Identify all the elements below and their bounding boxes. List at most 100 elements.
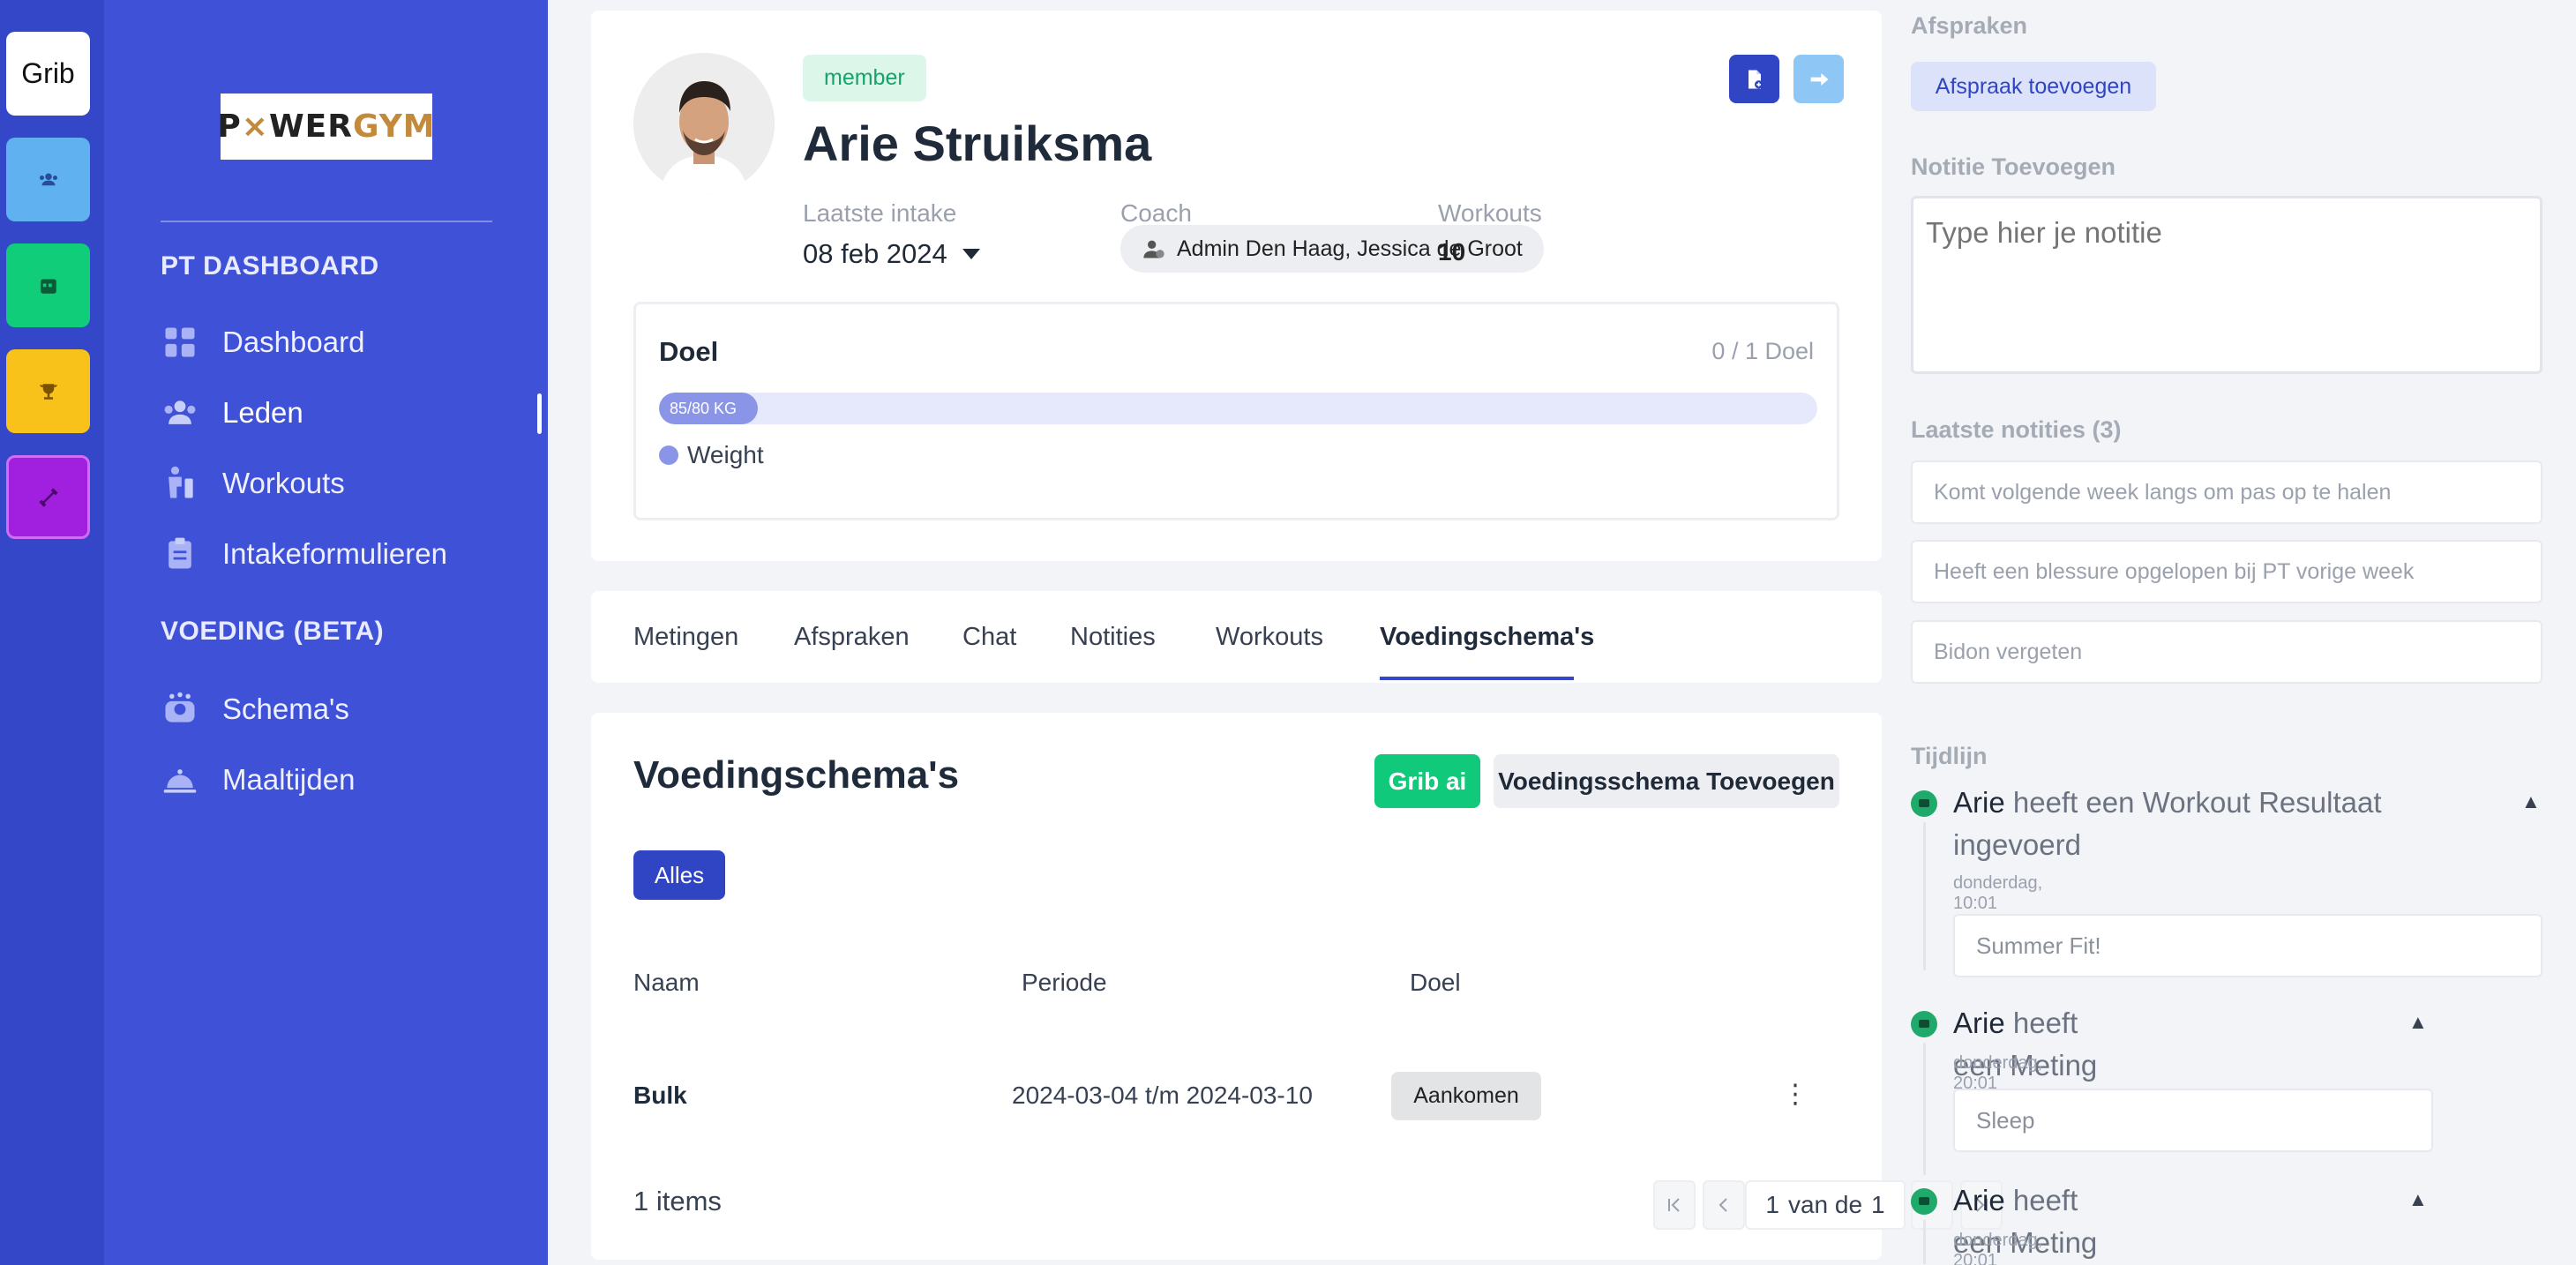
- note-label: Notitie Toevoegen: [1911, 153, 2116, 180]
- sidebar-divider: [161, 221, 492, 222]
- caret-down-icon: [962, 249, 980, 259]
- prev-page-button[interactable]: [1703, 1180, 1745, 1230]
- workout-icon: [168, 466, 193, 498]
- timeline-connector: [1923, 1220, 1926, 1264]
- tab-afspraken[interactable]: Afspraken: [794, 623, 910, 652]
- note-item[interactable]: Bidon vergeten: [1911, 620, 2542, 684]
- rail-dumbbell-button[interactable]: [6, 455, 90, 539]
- section-heading-voeding: VOEDING (BETA): [161, 617, 385, 646]
- calendar-icon: [40, 279, 56, 294]
- note-item[interactable]: Komt volgende week langs om pas op te ha…: [1911, 460, 2542, 524]
- sidebar-item-label: Dashboard: [222, 326, 365, 358]
- users-icon: [39, 173, 57, 185]
- active-indicator: [537, 393, 542, 434]
- sidebar-item-label: Leden: [222, 396, 303, 429]
- timeline-time: donderdag, 10:01: [1953, 873, 2043, 913]
- trophy-icon: [39, 383, 57, 400]
- column-header-naam[interactable]: Naam: [633, 969, 700, 997]
- intake-date-value: 08 feb 2024: [803, 238, 947, 269]
- message-icon: [1919, 1197, 1929, 1205]
- tab-voedingschemas[interactable]: Voedingschema's: [1380, 623, 1594, 652]
- logo-part-3: GYM: [352, 109, 436, 145]
- sidebar-item-label: Schema's: [222, 692, 349, 725]
- first-page-button[interactable]: [1653, 1180, 1696, 1230]
- collapse-caret-icon[interactable]: ▲: [2408, 1011, 2428, 1034]
- coach-label: Coach: [1120, 199, 1192, 227]
- note-item[interactable]: Heeft een blessure opgelopen bij PT vori…: [1911, 540, 2542, 603]
- app-rail: Grib: [0, 0, 104, 1265]
- add-schema-button[interactable]: Voedingsschema Toevoegen: [1494, 754, 1839, 808]
- timeline-dot: [1911, 1188, 1937, 1215]
- tab-workouts[interactable]: Workouts: [1216, 623, 1323, 652]
- timeline-label: Tijdlijn: [1911, 743, 1988, 769]
- tabs-card: Metingen Afspraken Chat Notities Workout…: [591, 591, 1882, 683]
- timeline-connector: [1923, 822, 1926, 970]
- tab-chat[interactable]: Chat: [962, 623, 1016, 652]
- sidebar-item-label: Workouts: [222, 467, 345, 499]
- rail-trophy-button[interactable]: [6, 349, 90, 433]
- timeline-who: Arie: [1953, 786, 2005, 819]
- timeline-detail[interactable]: Sleep: [1953, 1089, 2433, 1152]
- appointments-label: Afspraken: [1911, 12, 2028, 39]
- tab-notities[interactable]: Notities: [1070, 623, 1156, 652]
- timeline-who: Arie: [1953, 1184, 2005, 1216]
- brand-button[interactable]: Grib: [6, 32, 90, 116]
- timeline-connector: [1923, 1043, 1926, 1175]
- sidebar-item-label: Maaltijden: [222, 763, 356, 796]
- timeline-time: donderdag, 20:01: [1953, 1231, 2043, 1265]
- intake-date-dropdown[interactable]: 08 feb 2024: [803, 238, 981, 270]
- row-periode: 2024-03-04 t/m 2024-03-10: [1012, 1082, 1313, 1109]
- intake-label: Laatste intake: [803, 199, 957, 227]
- users-icon: [164, 400, 196, 424]
- sidebar-item-label: Intakeformulieren: [222, 537, 447, 570]
- collapse-sidebar-icon[interactable]: ←: [159, 1251, 185, 1265]
- coach-names: Admin Den Haag, Jessica de Groot: [1177, 236, 1523, 261]
- collapse-caret-icon[interactable]: ▲: [2521, 790, 2541, 813]
- sidebar-item-intakeformulieren[interactable]: Intakeformulieren: [161, 528, 447, 580]
- sidebar-item-maaltijden[interactable]: Maaltijden: [161, 753, 355, 806]
- active-tab-underline: [1380, 677, 1574, 680]
- column-header-periode[interactable]: Periode: [1022, 969, 1107, 997]
- sidebar-item-dashboard[interactable]: Dashboard: [161, 316, 364, 369]
- coach-chip[interactable]: Admin Den Haag, Jessica de Groot: [1120, 225, 1544, 273]
- collapse-caret-icon[interactable]: ▲: [2408, 1188, 2428, 1211]
- logo-mark: ×: [241, 109, 269, 145]
- goal-count: 0 / 1 Doel: [1711, 338, 1814, 364]
- recent-notes-label: Laatste notities (3): [1911, 416, 2122, 443]
- workouts-count: 10: [1438, 238, 1466, 266]
- timeline-dot: [1911, 790, 1937, 817]
- avatar-photo: [633, 53, 775, 194]
- tab-metingen[interactable]: Metingen: [633, 623, 738, 652]
- grib-ai-button[interactable]: Grib ai: [1374, 754, 1480, 808]
- items-count: 1 items: [633, 1186, 722, 1216]
- sidebar: P × WER GYM PT DASHBOARD Dashboard Leden Wo…: [104, 0, 548, 1265]
- goal-title: Doel: [659, 336, 719, 367]
- profile-card: member Arie Struiksma Laatste intake Coa…: [591, 11, 1882, 561]
- goal-progress-bar: 85/80 KG: [659, 393, 1817, 424]
- document-icon: [1748, 70, 1763, 88]
- dumbbell-icon: [38, 487, 58, 507]
- sidebar-item-workouts[interactable]: Workouts: [161, 457, 345, 510]
- schemas-title: Voedingschema's: [633, 753, 960, 797]
- filter-all-button[interactable]: Alles: [633, 850, 725, 900]
- timeline-who: Arie: [1953, 1007, 2005, 1039]
- column-header-doel[interactable]: Doel: [1410, 969, 1461, 997]
- rail-calendar-button[interactable]: [6, 243, 90, 327]
- add-appointment-button[interactable]: Afspraak toevoegen: [1911, 62, 2156, 111]
- avatar: [633, 53, 775, 194]
- clipboard-icon: [168, 537, 191, 569]
- user-icon: [1143, 240, 1164, 258]
- sidebar-item-leden[interactable]: Leden: [161, 386, 303, 439]
- next-button[interactable]: [1793, 55, 1844, 103]
- rail-members-button[interactable]: [6, 138, 90, 221]
- goal-legend: Weight: [659, 441, 764, 469]
- legend-label: Weight: [687, 441, 764, 468]
- gym-logo[interactable]: P × WER GYM: [217, 94, 435, 160]
- timeline-detail[interactable]: Summer Fit!: [1953, 914, 2542, 977]
- page-of-label: van de: [1787, 1191, 1863, 1218]
- row-menu-icon[interactable]: ⋮: [1782, 1082, 1808, 1108]
- note-input[interactable]: [1911, 196, 2542, 374]
- sidebar-item-schemas[interactable]: Schema's: [161, 683, 349, 736]
- chevron-left-icon: [1719, 1198, 1727, 1212]
- document-button[interactable]: [1729, 55, 1779, 103]
